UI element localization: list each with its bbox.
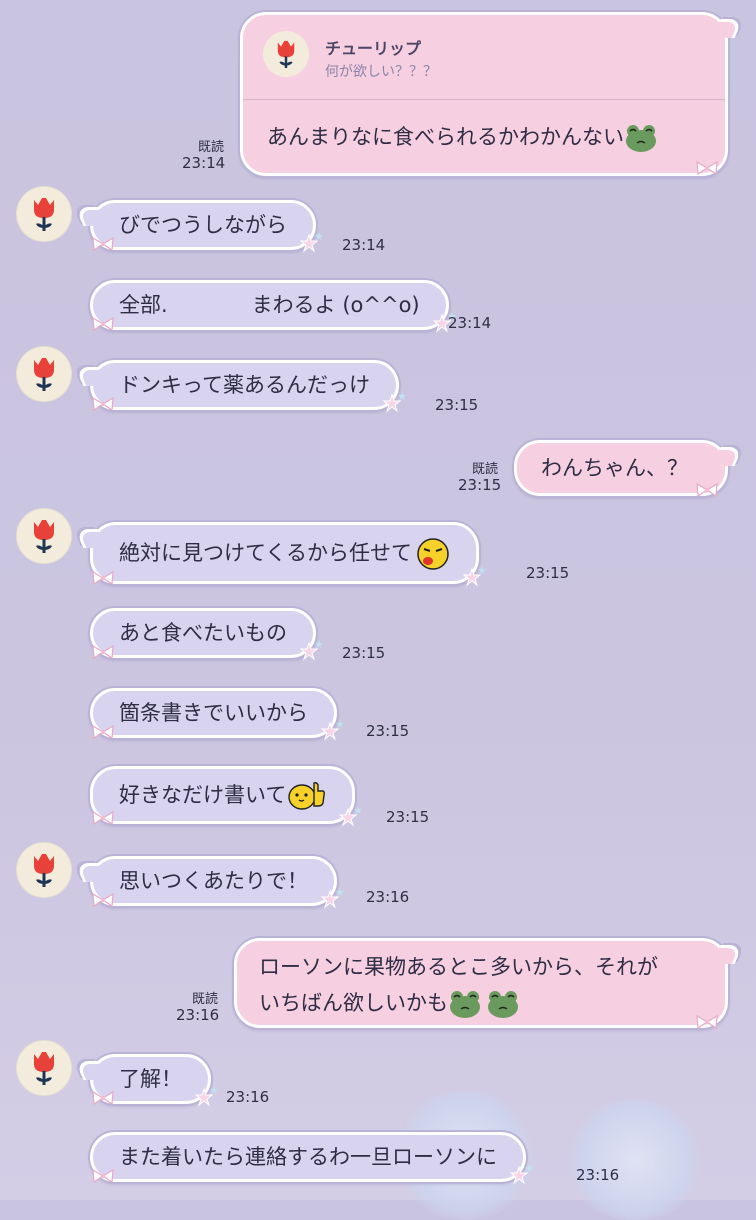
message-text: また着いたら連絡するわ一旦ローソンに	[119, 1145, 497, 1169]
quoted-text: 何が欲しい？？？	[325, 64, 437, 80]
incoming-message[interactable]: 思いつくあたりで！	[90, 856, 337, 906]
message-text-line-2: いちばん欲しいかも	[259, 991, 448, 1015]
message-time: 23:16	[226, 1088, 270, 1106]
outgoing-reply-message[interactable]: チューリップ 何が欲しい？？？ あんまりなに食べられるかわかんない	[240, 12, 728, 176]
message-time: 23:14	[342, 236, 386, 254]
message-text: 好きなだけ書いて	[119, 783, 287, 807]
outgoing-message[interactable]: わんちゃん、？	[514, 440, 728, 496]
message-text: 絶対に見つけてくるから任せて	[119, 541, 412, 565]
star-decoration	[299, 639, 325, 665]
message-time: 23:16	[176, 1006, 220, 1024]
incoming-message[interactable]: あと食べたいもの	[90, 608, 316, 658]
incoming-message[interactable]: 好きなだけ書いて	[90, 766, 355, 824]
tulip-icon	[16, 508, 72, 564]
message-text: あんまりなに食べられるかわかんない	[267, 125, 624, 149]
quoted-message[interactable]: チューリップ 何が欲しい？？？	[243, 15, 725, 100]
tulip-icon	[16, 186, 72, 242]
contact-avatar[interactable]	[16, 346, 72, 402]
incoming-message[interactable]: また着いたら連絡するわ一旦ローソンに	[90, 1132, 526, 1182]
bow-decoration	[91, 723, 115, 741]
read-receipt: 既読	[198, 140, 225, 155]
bow-decoration	[91, 395, 115, 413]
incoming-message[interactable]: 了解！	[90, 1054, 211, 1104]
star-decoration	[320, 719, 346, 745]
message-time: 23:15	[366, 722, 410, 740]
frog-emoji	[448, 989, 482, 1019]
message-text-line-1: ローソンに果物あるとこ多いから、それが	[259, 955, 658, 979]
read-receipt: 既読	[472, 462, 499, 477]
message-time: 23:14	[448, 314, 492, 332]
incoming-message[interactable]: 絶対に見つけてくるから任せて	[90, 522, 479, 584]
message-text: 了解！	[119, 1067, 182, 1091]
bow-decoration	[91, 809, 115, 827]
bow-decoration	[91, 1167, 115, 1185]
message-text: びでつうしながら	[119, 213, 287, 237]
star-decoration	[462, 565, 488, 591]
message-text: わんちゃん、？	[541, 456, 688, 480]
bow-decoration	[695, 1013, 719, 1031]
message-time: 23:15	[435, 396, 479, 414]
wink-face-emoji	[416, 537, 450, 571]
contact-avatar[interactable]	[16, 842, 72, 898]
star-decoration	[194, 1085, 220, 1111]
message-text: 箇条書きでいいから	[119, 701, 308, 725]
contact-avatar[interactable]	[16, 508, 72, 564]
bow-decoration	[91, 643, 115, 661]
message-time: 23:15	[386, 808, 430, 826]
bow-decoration	[695, 159, 719, 177]
star-decoration	[320, 887, 346, 913]
incoming-message[interactable]: びでつうしながら	[90, 200, 316, 250]
bow-decoration	[695, 481, 719, 499]
star-decoration	[509, 1163, 535, 1189]
message-time: 23:16	[576, 1166, 620, 1184]
message-time: 23:15	[342, 644, 386, 662]
frog-emoji	[624, 123, 658, 153]
star-decoration	[299, 231, 325, 257]
message-text: あと食べたいもの	[119, 621, 287, 645]
contact-avatar[interactable]	[16, 186, 72, 242]
message-text: 思いつくあたりで！	[119, 869, 308, 893]
outgoing-message[interactable]: ローソンに果物あるとこ多いから、それが いちばん欲しいかも	[234, 938, 728, 1028]
message-time: 23:16	[366, 888, 410, 906]
message-time: 23:15	[526, 564, 570, 582]
thumbs-up-chick-emoji	[286, 779, 326, 813]
star-decoration	[382, 391, 408, 417]
contact-avatar[interactable]	[16, 1040, 72, 1096]
tulip-icon	[16, 1040, 72, 1096]
bow-decoration	[91, 569, 115, 587]
incoming-message[interactable]: ドンキって薬あるんだっけ	[90, 360, 399, 410]
tulip-icon	[16, 346, 72, 402]
bow-decoration	[91, 315, 115, 333]
tulip-icon	[16, 842, 72, 898]
incoming-message[interactable]: 箇条書きでいいから	[90, 688, 337, 738]
bow-decoration	[91, 891, 115, 909]
message-time: 23:14	[182, 154, 226, 172]
bow-decoration	[91, 1089, 115, 1107]
star-decoration	[338, 805, 364, 831]
read-receipt: 既読	[192, 992, 219, 1007]
bow-decoration	[91, 235, 115, 253]
lace-decoration	[560, 1100, 710, 1220]
message-time: 23:15	[458, 476, 502, 494]
message-text: ドンキって薬あるんだっけ	[119, 373, 370, 397]
tulip-icon	[263, 31, 309, 77]
quoted-sender-name: チューリップ	[325, 39, 422, 58]
incoming-message[interactable]: 全部. まわるよ (o^^o)	[90, 280, 449, 330]
message-text: 全部. まわるよ (o^^o)	[119, 293, 420, 317]
frog-emoji	[486, 989, 520, 1019]
quoted-avatar	[263, 31, 309, 77]
